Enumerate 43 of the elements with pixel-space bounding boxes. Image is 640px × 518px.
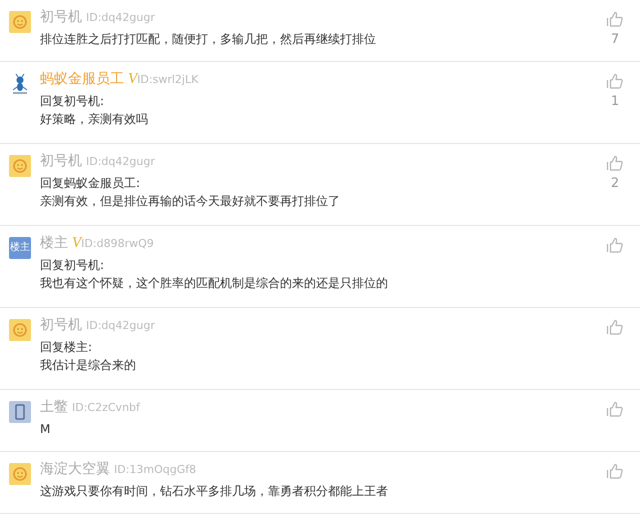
user-name[interactable]: 初号机 [40, 152, 82, 170]
user-id: ID:dq42gugr [86, 11, 155, 24]
comment-text: 我估计是综合来的 [40, 357, 137, 374]
smiley-avatar-icon [9, 463, 31, 485]
phone-avatar-icon [9, 401, 31, 423]
thumbs-up-icon[interactable] [606, 318, 624, 336]
comment-text: 好策略，亲测有效吗 [40, 111, 149, 128]
user-id: ID:d898rwQ9 [81, 237, 154, 250]
user-id: ID:C2zCvnbf [72, 401, 140, 414]
user-id: ID:dq42gugr [86, 319, 155, 332]
thumbs-up-icon[interactable] [606, 72, 624, 90]
user-id: ID:13mOqgGf8 [114, 463, 196, 476]
user-name[interactable]: 楼主 [40, 234, 68, 252]
thumbs-up-icon[interactable] [606, 10, 624, 28]
reply-to: 回复初号机: [40, 93, 106, 110]
like-count: 1 [610, 94, 620, 109]
thumbs-up-icon[interactable] [606, 400, 624, 418]
user-id: ID:swrl2jLK [137, 73, 198, 86]
user-name[interactable]: 初号机 [40, 8, 82, 26]
reply-to: 回复初号机: [40, 257, 106, 274]
reply-to: 回复楼主: [40, 339, 94, 356]
comment-text: 排位连胜之后打打匹配，随便打，多输几把，然后再继续打排位 [40, 31, 377, 48]
like-count: 2 [610, 176, 620, 191]
user-name[interactable]: 海淀大空翼 [40, 460, 110, 478]
user-name[interactable]: 初号机 [40, 316, 82, 334]
comment-text: 这游戏只要你有时间，钻石水平多排几场，靠勇者积分都能上王者 [40, 483, 389, 500]
comment-text: 我也有这个怀疑，这个胜率的匹配机制是综合的来的还是只排位的 [40, 275, 389, 292]
reply-to: 回复蚂蚁金服员工: [40, 175, 142, 192]
vip-mark: V [128, 71, 138, 88]
smiley-avatar-icon [9, 11, 31, 33]
thumbs-up-icon[interactable] [606, 462, 624, 480]
smiley-avatar-icon [9, 155, 31, 177]
user-name[interactable]: 土鳖 [40, 398, 68, 416]
like-count: 7 [610, 32, 620, 47]
vip-mark: V [72, 235, 82, 252]
thumbs-up-icon[interactable] [606, 154, 624, 172]
smiley-avatar-icon [9, 319, 31, 341]
user-id: ID:dq42gugr [86, 155, 155, 168]
thumbs-up-icon[interactable] [606, 236, 624, 254]
comment-text: 亲测有效，但是排位再输的话今天最好就不要再打排位了 [40, 193, 341, 210]
avatar-badge: 楼主 [9, 237, 31, 259]
user-name[interactable]: 蚂蚁金服员工 [40, 70, 124, 88]
comment-text: M [40, 421, 52, 438]
